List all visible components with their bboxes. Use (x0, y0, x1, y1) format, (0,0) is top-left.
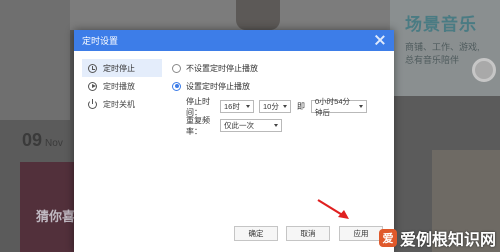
chevron-down-icon (283, 105, 287, 108)
recommend-card-text: 猜你喜 (36, 209, 76, 224)
chevron-down-icon (359, 105, 363, 108)
confirm-button[interactable]: 确定 (234, 226, 278, 241)
background-banner-left (0, 0, 70, 120)
watermark-text: 爱例根知识网 (399, 232, 496, 249)
minute-value: 10分 (263, 102, 279, 111)
timer-side-nav: 定时停止 定时播放 定时关机 (82, 59, 162, 113)
option-no-timed-stop[interactable]: 不设置定时停止播放 (172, 59, 384, 77)
minute-select[interactable]: 10分 (259, 100, 291, 113)
timer-stop-panel: 不设置定时停止播放 设置定时停止播放 停止时间： 16时 10分 即 0小时54… (172, 59, 384, 136)
radio-no-timed-stop[interactable] (172, 63, 181, 73)
option-no-timed-stop-label: 不设置定时停止播放 (186, 63, 258, 73)
clock-icon (88, 63, 97, 73)
countdown-value: 0小时54分钟后 (315, 96, 351, 117)
scene-music-line1: 商铺、工作、游戏, (405, 42, 480, 52)
nav-item-timed-shutdown[interactable]: 定时关机 (82, 95, 162, 113)
date-day: 09 (22, 130, 43, 150)
cancel-button[interactable]: 取消 (286, 226, 330, 241)
close-icon[interactable] (374, 34, 386, 46)
hour-value: 16时 (224, 102, 240, 111)
at-label: 即 (297, 102, 305, 111)
stop-time-row: 停止时间： 16时 10分 即 0小时54分钟后 (186, 97, 384, 117)
option-set-timed-stop[interactable]: 设置定时停止播放 (172, 77, 384, 95)
date-month: Nov (45, 138, 63, 149)
dialog-title-bar: 定时设置 (74, 30, 394, 51)
power-icon (88, 98, 97, 109)
nav-item-label: 定时播放 (103, 81, 135, 91)
hour-select[interactable]: 16时 (220, 100, 254, 113)
scene-music-line2: 总有音乐陪伴 (405, 55, 460, 65)
nav-item-timed-stop[interactable]: 定时停止 (82, 59, 162, 77)
nav-item-label: 定时关机 (103, 99, 135, 109)
chevron-down-icon (274, 124, 278, 127)
apply-button[interactable]: 应用 (339, 226, 383, 241)
play-circle-icon (88, 81, 97, 91)
date-heading: 09 Nov (22, 130, 63, 151)
coffee-cup-icon (472, 58, 496, 82)
scene-music-title: 场景音乐 (405, 15, 477, 34)
nav-item-label: 定时停止 (103, 63, 135, 73)
background-banner-middle (70, 0, 390, 30)
dialog-title: 定时设置 (82, 36, 119, 46)
countdown-select[interactable]: 0小时54分钟后 (311, 97, 367, 117)
chevron-down-icon (246, 105, 250, 108)
annotation-arrow-icon (317, 199, 349, 219)
option-set-timed-stop-label: 设置定时停止播放 (186, 81, 250, 91)
background-artist-image (236, 0, 280, 30)
radio-set-timed-stop[interactable] (172, 81, 181, 91)
repeat-value: 仅此一次 (224, 121, 254, 130)
nav-item-timed-play[interactable]: 定时播放 (82, 77, 162, 95)
site-watermark: 爱 爱例根知识网 (378, 226, 496, 250)
watermark-logo: 爱 (378, 229, 397, 247)
repeat-select[interactable]: 仅此一次 (220, 119, 282, 132)
repeat-row: 重复频率： 仅此一次 (186, 115, 384, 136)
repeat-label: 重复频率： (186, 115, 210, 136)
